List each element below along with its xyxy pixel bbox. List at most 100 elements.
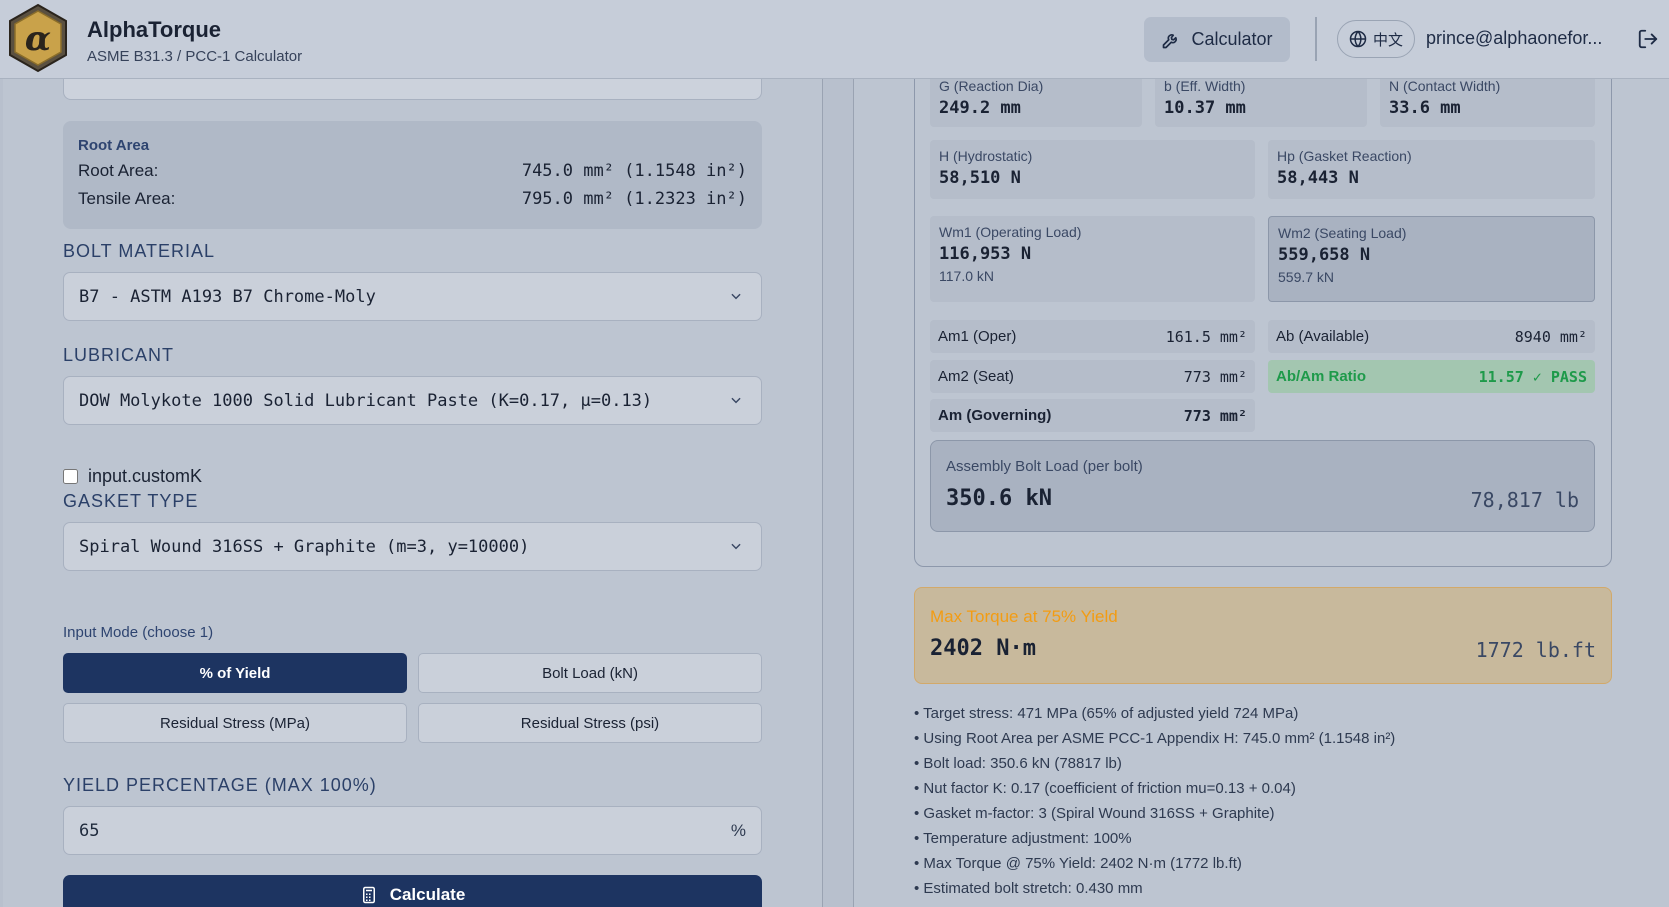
am-governing-row: Am (Governing) 773 mm²	[930, 399, 1255, 432]
root-area-box: Root Area Root Area: 745.0 mm² (1.1548 i…	[63, 121, 762, 229]
calculator-icon	[362, 886, 375, 904]
tensile-area-label: Tensile Area:	[78, 189, 176, 208]
user-email[interactable]: prince@alphaonefor...	[1426, 28, 1602, 49]
ab-available-value: 8940 mm²	[1514, 327, 1587, 346]
am-governing-value: 773 mm²	[1183, 406, 1247, 425]
language-toggle[interactable]: 中文	[1337, 20, 1415, 58]
brand-subtitle: ASME B31.3 / PCC-1 Calculator	[87, 48, 303, 65]
yield-percentage-value: 65	[79, 820, 100, 841]
am2-row: Am2 (Seat) 773 mm²	[930, 360, 1255, 393]
max-torque-lbft: 1772 lb.ft	[1475, 638, 1596, 662]
ab-am-ratio-row: Ab/Am Ratio 11.57 ✓ PASS	[1268, 360, 1595, 393]
calculator-nav-button[interactable]: Calculator	[1144, 17, 1290, 62]
results-panel: G (Reaction Dia) 249.2 mm b (Eff. Width)…	[853, 69, 1669, 907]
note-item: Gasket m-factor: 3 (Spiral Wound 316SS +…	[914, 805, 1395, 830]
gasket-type-value: Spiral Wound 316SS + Graphite (m=3, y=10…	[79, 536, 530, 557]
assembly-bolt-load-kn: 350.6 kN	[946, 486, 1052, 511]
b-eff-width-label: b (Eff. Width)	[1164, 78, 1246, 94]
root-area-label: Root Area:	[78, 161, 159, 180]
wm2-seating-load-cell: Wm2 (Seating Load) 559,658 N 559.7 kN	[1268, 216, 1595, 302]
mode-residual-psi-button[interactable]: Residual Stress (psi)	[418, 703, 762, 743]
percent-unit: %	[730, 821, 746, 840]
brand-title: AlphaTorque	[87, 17, 222, 42]
b-eff-width-value: 10.37 mm	[1164, 98, 1246, 118]
ab-available-row: Ab (Available) 8940 mm²	[1268, 320, 1595, 353]
yield-percentage-input[interactable]: 65 %	[63, 806, 762, 855]
tensile-area-value: 795.0 mm² (1.2323 in²)	[521, 189, 747, 209]
lubricant-select[interactable]: DOW Molykote 1000 Solid Lubricant Paste …	[63, 376, 762, 425]
h-hydrostatic-value: 58,510 N	[939, 168, 1021, 188]
am2-label: Am2 (Seat)	[938, 368, 1014, 385]
lubricant-label: LUBRICANT	[63, 345, 175, 365]
wm1-sub: 117.0 kN	[939, 268, 994, 284]
wm1-value: 116,953 N	[939, 244, 1032, 264]
wm2-label: Wm2 (Seating Load)	[1278, 225, 1407, 241]
gasket-type-label: GASKET TYPE	[63, 491, 199, 511]
gasket-type-select[interactable]: Spiral Wound 316SS + Graphite (m=3, y=10…	[63, 522, 762, 571]
bolt-material-label: BOLT MATERIAL	[63, 241, 216, 261]
calculate-button[interactable]: Calculate	[63, 875, 762, 907]
calculate-label: Calculate	[389, 885, 466, 904]
note-item: Nut factor K: 0.17 (coefficient of frict…	[914, 780, 1395, 805]
input-panel: Root Area Root Area: 745.0 mm² (1.1548 i…	[3, 69, 823, 907]
calculation-notes: Target stress: 471 MPa (65% of adjusted …	[914, 705, 1395, 905]
mode-residual-mpa-button[interactable]: Residual Stress (MPa)	[63, 703, 407, 743]
n-contact-width-label: N (Contact Width)	[1389, 78, 1501, 94]
yield-percentage-label: YIELD PERCENTAGE (MAX 100%)	[63, 775, 377, 795]
assembly-bolt-load-card: Assembly Bolt Load (per bolt) 350.6 kN 7…	[930, 440, 1595, 532]
hp-gasket-reaction-label: Hp (Gasket Reaction)	[1277, 148, 1412, 164]
chevron-down-icon	[731, 293, 741, 300]
wm1-label: Wm1 (Operating Load)	[939, 224, 1082, 240]
ab-am-ratio-label: Ab/Am Ratio	[1276, 368, 1366, 385]
max-torque-label: Max Torque at 75% Yield	[930, 607, 1118, 626]
tensile-area-row: Tensile Area: 795.0 mm² (1.2323 in²)	[78, 189, 747, 209]
alphatorque-logo[interactable]: α	[6, 3, 70, 73]
chevron-down-icon	[731, 543, 741, 550]
hp-gasket-reaction-value: 58,443 N	[1277, 168, 1359, 188]
note-item: Bolt load: 350.6 kN (78817 lb)	[914, 755, 1395, 780]
custom-k-row: input.customK	[63, 466, 202, 487]
g-reaction-dia-value: 249.2 mm	[939, 98, 1021, 118]
am2-value: 773 mm²	[1183, 367, 1247, 386]
bolt-material-value: B7 - ASTM A193 B7 Chrome-Moly	[79, 286, 376, 307]
note-item: Using Root Area per ASME PCC-1 Appendix …	[914, 730, 1395, 755]
wrench-icon	[1163, 33, 1178, 48]
mode-yield-percent-button[interactable]: % of Yield	[63, 653, 407, 693]
note-item: Target stress: 471 MPa (65% of adjusted …	[914, 705, 1395, 730]
globe-icon	[1349, 30, 1367, 48]
n-contact-width-value: 33.6 mm	[1389, 98, 1461, 118]
calculator-nav-label: Calculator	[1191, 29, 1273, 49]
custom-k-label: input.customK	[88, 466, 203, 486]
am1-label: Am1 (Oper)	[938, 328, 1017, 345]
ab-am-ratio-status: 11.57 ✓ PASS	[1478, 367, 1587, 386]
bolt-material-select[interactable]: B7 - ASTM A193 B7 Chrome-Moly	[63, 272, 762, 321]
mode-bolt-load-button[interactable]: Bolt Load (kN)	[418, 653, 762, 693]
wm2-sub: 559.7 kN	[1278, 269, 1335, 285]
hp-gasket-reaction-cell: Hp (Gasket Reaction) 58,443 N	[1268, 140, 1595, 199]
am1-row: Am1 (Oper) 161.5 mm²	[930, 320, 1255, 353]
flange-results-card: G (Reaction Dia) 249.2 mm b (Eff. Width)…	[914, 69, 1612, 567]
language-label: 中文	[1372, 31, 1403, 49]
lubricant-value: DOW Molykote 1000 Solid Lubricant Paste …	[79, 390, 653, 411]
app-header: α AlphaTorque ASME B31.3 / PCC-1 Calcula…	[0, 0, 1669, 79]
g-reaction-dia-label: G (Reaction Dia)	[939, 78, 1044, 94]
assembly-bolt-load-lb: 78,817 lb	[1470, 488, 1579, 512]
assembly-bolt-load-label: Assembly Bolt Load (per bolt)	[946, 458, 1143, 475]
am-governing-label: Am (Governing)	[938, 407, 1052, 424]
note-item: Max Torque @ 75% Yield: 2402 N·m (1772 l…	[914, 855, 1395, 880]
custom-k-checkbox[interactable]	[63, 469, 78, 484]
max-torque-nm: 2402 N·m	[930, 636, 1036, 661]
header-divider	[1315, 17, 1317, 61]
svg-text:α: α	[25, 19, 51, 59]
input-mode-label: Input Mode (choose 1)	[63, 624, 214, 641]
wm1-operating-load-cell: Wm1 (Operating Load) 116,953 N 117.0 kN	[930, 216, 1255, 302]
logout-icon[interactable]	[1637, 28, 1659, 50]
root-area-row: Root Area: 745.0 mm² (1.1548 in²)	[78, 161, 747, 181]
h-hydrostatic-label: H (Hydrostatic)	[939, 148, 1033, 164]
root-area-value: 745.0 mm² (1.1548 in²)	[521, 161, 747, 181]
wm2-value: 559,658 N	[1278, 245, 1371, 265]
h-hydrostatic-cell: H (Hydrostatic) 58,510 N	[930, 140, 1255, 199]
ab-available-label: Ab (Available)	[1276, 328, 1370, 345]
chevron-down-icon	[731, 397, 741, 404]
max-torque-card: Max Torque at 75% Yield 2402 N·m 1772 lb…	[914, 587, 1612, 684]
